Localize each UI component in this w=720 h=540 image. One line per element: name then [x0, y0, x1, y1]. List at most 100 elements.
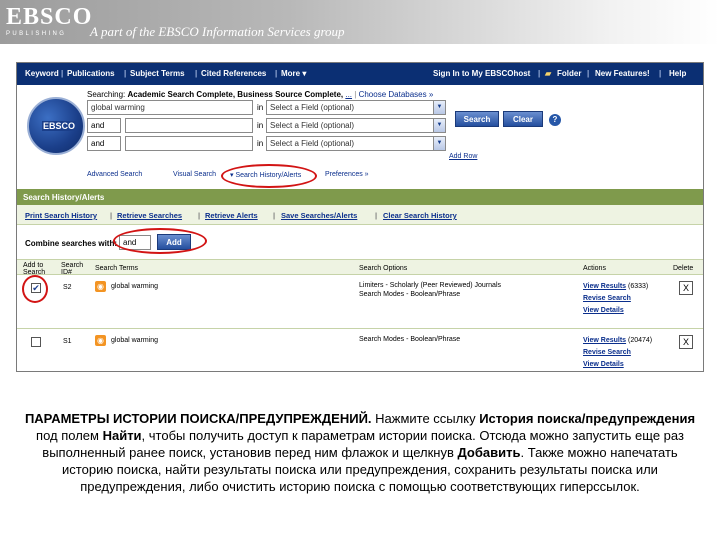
print-history-link[interactable]: Print Search History — [25, 211, 97, 220]
rss-icon[interactable]: ◉ — [95, 281, 106, 292]
nav-separator: | — [587, 69, 590, 78]
combine-value: and — [123, 238, 137, 247]
search-button[interactable]: Search — [455, 111, 499, 127]
delete-button[interactable]: X — [679, 281, 693, 295]
col-actions: Actions — [583, 265, 606, 272]
ebscohost-badge: EBSCO — [27, 97, 85, 155]
revise-search-link[interactable]: Revise Search — [583, 349, 631, 356]
logo-sub: PUBLISHING — [6, 31, 67, 37]
nav-subject-terms[interactable]: Subject Terms — [130, 69, 185, 78]
row-actions: View Results (20474) Revise Search View … — [583, 335, 652, 371]
header-banner: EBSCO PUBLISHING A part of the EBSCO Inf… — [0, 0, 720, 44]
retrieve-searches-link[interactable]: Retrieve Searches — [117, 211, 182, 220]
search-input-2[interactable] — [125, 118, 253, 133]
nav-folder[interactable]: Folder — [557, 69, 581, 78]
nav-keyword[interactable]: Keyword — [25, 69, 59, 78]
nav-sign-in[interactable]: Sign In to My EBSCOhost — [433, 69, 530, 78]
visual-search-link[interactable]: Visual Search — [173, 171, 216, 178]
search-history-header: Search History/Alerts — [17, 189, 703, 205]
top-navigation: Keyword | Publications | Subject Terms |… — [17, 63, 703, 85]
in-label: in — [257, 121, 264, 130]
caption-text: Нажмите ссылку — [371, 411, 480, 426]
table-row: ✔ S2 ◉ global warming Limiters - Scholar… — [17, 275, 703, 329]
search-options: Limiters - Scholarly (Peer Reviewed) Jou… — [359, 281, 501, 299]
col-search-id: Search ID# — [61, 262, 84, 276]
history-links-bar: Print Search History | Retrieve Searches… — [17, 205, 703, 225]
help-icon[interactable]: ? — [549, 114, 561, 126]
field-select-3[interactable]: Select a Field (optional) ▼ — [266, 136, 446, 151]
nav-publications[interactable]: Publications — [67, 69, 115, 78]
in-label: in — [257, 103, 264, 112]
badge-text: EBSCO — [42, 121, 77, 131]
nav-cited-references[interactable]: Cited References — [201, 69, 266, 78]
searching-line: Searching: Academic Search Complete, Bus… — [87, 90, 434, 99]
field-select-2[interactable]: Select a Field (optional) ▼ — [266, 118, 446, 133]
search-input-1[interactable]: global warming — [87, 100, 253, 115]
search-options: Search Modes - Boolean/Phrase — [359, 335, 460, 344]
rss-icon[interactable]: ◉ — [95, 335, 106, 346]
clear-history-link[interactable]: Clear Search History — [383, 211, 457, 220]
chevron-down-icon: ▼ — [433, 119, 445, 132]
col-search-terms: Search Terms — [95, 265, 139, 272]
preferences-link[interactable]: Preferences » — [325, 171, 369, 178]
result-count: (6333) — [628, 283, 649, 290]
view-results-link[interactable]: View Results — [583, 283, 626, 290]
save-searches-link[interactable]: Save Searches/Alerts — [281, 211, 357, 220]
clear-button[interactable]: Clear — [503, 111, 543, 127]
folder-icon[interactable]: ▰ — [545, 69, 551, 78]
search-history-link[interactable]: ▾ Search History/Alerts — [230, 171, 301, 179]
row-checkbox[interactable]: ✔ — [31, 283, 41, 293]
row-checkbox[interactable] — [31, 337, 41, 347]
nav-separator: | — [275, 69, 278, 78]
advanced-search-link[interactable]: Advanced Search — [87, 171, 142, 178]
field-select-1[interactable]: Select a Field (optional) ▼ — [266, 100, 446, 115]
search-area: EBSCO Searching: Academic Search Complet… — [17, 85, 703, 185]
add-button[interactable]: Add — [157, 234, 191, 250]
in-label: in — [257, 139, 264, 148]
link-separator: | — [273, 211, 276, 220]
tagline: A part of the EBSCO Information Services… — [90, 24, 345, 39]
nav-separator: | — [659, 69, 662, 78]
nav-help[interactable]: Help — [669, 69, 686, 78]
delete-button[interactable]: X — [679, 335, 693, 349]
more-databases-link[interactable]: ... — [345, 90, 352, 99]
slide: EBSCO PUBLISHING A part of the EBSCO Inf… — [0, 0, 720, 540]
caption-bold: История поиска/предупреждения — [479, 411, 696, 426]
view-details-link[interactable]: View Details — [583, 307, 624, 314]
search-id: S2 — [63, 284, 72, 291]
ebscohost-screenshot: Keyword | Publications | Subject Terms |… — [16, 62, 704, 372]
result-count: (20474) — [628, 337, 653, 344]
boolean-value: and — [91, 121, 105, 130]
boolean-select-3[interactable]: and — [87, 136, 121, 151]
caption-bold: Добавить — [457, 445, 521, 460]
retrieve-alerts-link[interactable]: Retrieve Alerts — [205, 211, 258, 220]
field-select-value: Select a Field (optional) — [270, 121, 355, 130]
history-table-header: Add to Search Search ID# Search Terms Se… — [17, 259, 703, 276]
field-select-value: Select a Field (optional) — [270, 103, 355, 112]
nav-new-features[interactable]: New Features! — [595, 69, 650, 78]
combine-select[interactable]: and — [119, 235, 151, 250]
nav-more[interactable]: More ▾ — [281, 69, 306, 78]
logo-word: EBSCO — [6, 4, 93, 30]
boolean-select-2[interactable]: and — [87, 118, 121, 133]
search-input-3[interactable] — [125, 136, 253, 151]
add-row-link[interactable]: Add Row — [449, 153, 477, 160]
combine-label: Combine searches with: — [25, 239, 118, 248]
view-details-link[interactable]: View Details — [583, 361, 624, 368]
searching-prefix: Searching: — [87, 90, 126, 99]
search-id: S1 — [63, 338, 72, 345]
choose-databases-link[interactable]: Choose Databases » — [359, 90, 434, 99]
search-option-line: Limiters - Scholarly (Peer Reviewed) Jou… — [359, 282, 501, 289]
revise-search-link[interactable]: Revise Search — [583, 295, 631, 302]
chevron-down-icon: ▼ — [433, 101, 445, 114]
database-list: Academic Search Complete, Business Sourc… — [127, 90, 344, 99]
view-results-link[interactable]: View Results — [583, 337, 626, 344]
nav-separator: | — [538, 69, 541, 78]
search-terms: global warming — [111, 283, 159, 290]
caption-text: под полем — [36, 428, 103, 443]
nav-separator: | — [61, 69, 64, 78]
col-search-options: Search Options — [359, 265, 408, 272]
link-separator: | — [198, 211, 201, 220]
nav-separator: | — [195, 69, 198, 78]
chevron-down-icon: ▼ — [433, 137, 445, 150]
